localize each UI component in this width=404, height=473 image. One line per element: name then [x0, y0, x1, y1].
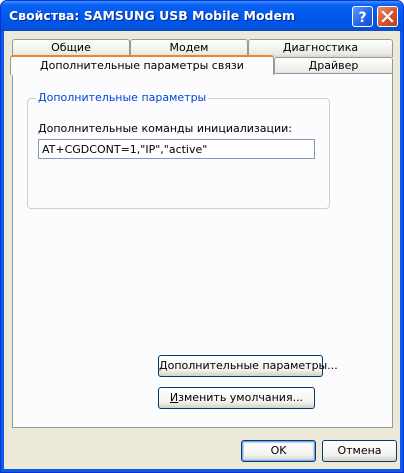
button-text: ополнительные параметры... — [167, 359, 338, 372]
tab-label: Общие — [51, 41, 91, 54]
advanced-settings-group: Дополнительные параметры Дополнительные … — [27, 91, 330, 209]
init-commands-label: Дополнительные команды инициализации: — [38, 122, 292, 135]
cancel-button[interactable]: Отмена — [322, 440, 397, 462]
group-legend: Дополнительные параметры — [36, 91, 209, 104]
close-button[interactable] — [377, 6, 398, 27]
properties-dialog: Свойства: SAMSUNG USB Mobile Modem ? Общ… — [0, 0, 404, 473]
title-bar[interactable]: Свойства: SAMSUNG USB Mobile Modem ? — [1, 1, 403, 31]
window-title: Свойства: SAMSUNG USB Mobile Modem — [9, 8, 296, 23]
advanced-port-settings-button[interactable]: Дополнительные параметры... — [158, 355, 338, 377]
question-icon: ? — [358, 10, 366, 26]
tab-panel: Дополнительные параметры Дополнительные … — [12, 73, 393, 428]
dialog-client-area: Общие Модем Диагностика Дополнительные п… — [4, 31, 400, 469]
help-button[interactable]: ? — [352, 6, 373, 27]
ok-button[interactable]: OK — [241, 440, 316, 462]
close-icon — [381, 10, 394, 23]
change-defaults-button[interactable]: Изменить умолчания... — [158, 387, 315, 409]
tab-label: Драйвер — [308, 59, 359, 72]
tab-label: Дополнительные параметры связи — [40, 59, 244, 72]
svg-text:?: ? — [358, 10, 366, 26]
button-accelerator: И — [169, 391, 179, 404]
tab-label: Модем — [169, 41, 209, 54]
button-text: зменить умолчания... — [178, 391, 304, 404]
init-commands-input[interactable] — [38, 139, 315, 159]
tab-advanced-settings[interactable]: Дополнительные параметры связи — [10, 55, 274, 75]
tab-label: Диагностика — [282, 41, 359, 54]
button-accelerator: Д — [159, 359, 168, 372]
